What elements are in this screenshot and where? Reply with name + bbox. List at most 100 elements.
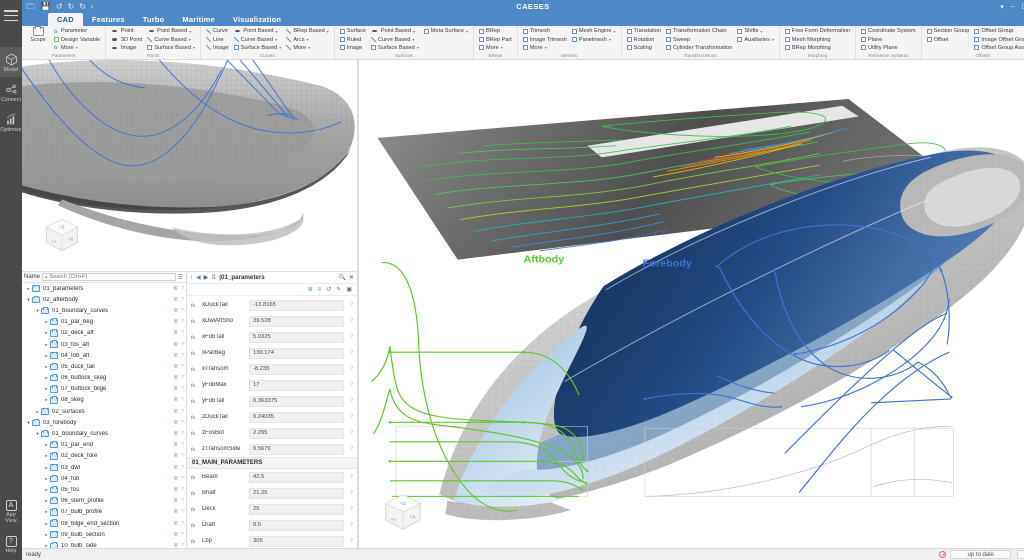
visibility-icon[interactable]: ≣ xyxy=(173,431,178,437)
ribbon-item-shifts[interactable]: Shifts▾ xyxy=(735,27,776,35)
chevron-right-icon[interactable]: ▸ xyxy=(43,342,50,348)
ribbon-item-arcs[interactable]: Arcs▾ xyxy=(284,35,330,43)
help-icon[interactable]: ? xyxy=(347,398,353,404)
ribbon-item-image[interactable]: Image xyxy=(109,44,144,52)
ribbon-item-curve-based[interactable]: Curve Based▾ xyxy=(369,35,421,43)
chevron-down-icon[interactable]: ▾ xyxy=(545,45,547,50)
visibility-icon[interactable]: ≣ xyxy=(173,509,178,515)
help-icon[interactable]: ? xyxy=(347,382,353,388)
visibility-icon[interactable]: ≣ xyxy=(173,409,178,415)
visibility-icon[interactable]: ≣ xyxy=(173,353,178,359)
tab-turbo[interactable]: Turbo xyxy=(134,13,174,26)
help-icon[interactable]: ? xyxy=(181,487,184,493)
ribbon-item-curve-based[interactable]: Curve Based▾ xyxy=(145,35,197,43)
parameter-value-field[interactable]: 9.24035 xyxy=(249,412,344,423)
tree-item[interactable]: ▸05_fos≣? xyxy=(22,484,186,495)
ribbon-item-auxiliaries[interactable]: Auxiliaries▾ xyxy=(735,35,776,43)
chevron-down-icon[interactable]: ▾ xyxy=(308,45,310,50)
ribbon-item-translation[interactable]: Translation xyxy=(625,27,663,35)
search-icon[interactable]: 🔍 xyxy=(338,274,345,281)
help-icon[interactable]: ? xyxy=(181,521,184,527)
ribbon-item-plane[interactable]: Plane xyxy=(859,35,918,43)
rail-item-connect[interactable]: Connect xyxy=(0,77,22,107)
tab-cad[interactable]: CAD xyxy=(48,13,83,26)
parameter-value-field[interactable]: -8.235 xyxy=(249,364,344,375)
parameter-value-field[interactable]: 130.174 xyxy=(249,348,344,359)
help-icon[interactable]: ? xyxy=(181,476,184,482)
visibility-icon[interactable]: ≣ xyxy=(173,319,178,325)
close-icon[interactable]: ✕ xyxy=(349,274,354,281)
rail-item-model[interactable]: Model xyxy=(0,47,22,77)
ribbon-item-curve-based[interactable]: Curve Based▾ xyxy=(232,35,284,43)
help-icon[interactable]: ? xyxy=(181,420,184,426)
tree-item[interactable]: ▸09_bulb_section≣? xyxy=(22,529,186,540)
tree-body[interactable]: ▸01_parameters≣?▾02_afterbody≣?▾01_bound… xyxy=(22,283,186,548)
ribbon-item-mesh-engine[interactable]: Mesh Engine▾ xyxy=(570,27,618,35)
ribbon-item-transformation-chain[interactable]: Transformation Chain xyxy=(664,27,734,35)
chevron-down-icon[interactable]: ▾ xyxy=(193,45,195,50)
back-icon[interactable]: ◀ xyxy=(196,274,201,281)
tree-item[interactable]: ▸01_parameters≣? xyxy=(22,283,186,294)
parameter-value-field[interactable]: 42.5 xyxy=(249,472,344,483)
help-icon[interactable]: ? xyxy=(181,308,184,314)
parameter-value-field[interactable]: 305 xyxy=(249,536,344,547)
ribbon-item-more[interactable]: More▾ xyxy=(284,44,330,52)
visibility-icon[interactable]: ≣ xyxy=(173,375,178,381)
ribbon-item-image-trimesh[interactable]: Image Trimesh xyxy=(521,35,569,43)
ribbon-item-surface-based[interactable]: Surface Based▾ xyxy=(232,44,284,52)
ribbon-item-more[interactable]: fxMore▾ xyxy=(52,44,102,52)
help-icon[interactable]: ? xyxy=(347,490,353,496)
parameter-section-header[interactable]: 01_MAIN_PARAMETERS xyxy=(187,457,357,469)
visibility-icon[interactable]: ≣ xyxy=(173,521,178,527)
chevron-down-icon[interactable]: ▾ xyxy=(34,431,41,437)
tree-item[interactable]: ▸03_dwl≣? xyxy=(22,462,186,473)
tree-item[interactable]: ▸06_buttock_skeg≣? xyxy=(22,373,186,384)
visibility-icon[interactable]: ≣ xyxy=(173,386,178,392)
sort-fx-icon[interactable]: ≡ xyxy=(318,287,322,293)
chevron-down-icon[interactable]: ▾ xyxy=(760,29,762,34)
chevron-down-icon[interactable]: ▾ xyxy=(25,297,32,303)
chevron-right-icon[interactable]: ▸ xyxy=(43,532,50,538)
ribbon-item-design-variable[interactable]: Design Variable xyxy=(52,35,102,43)
chevron-right-icon[interactable]: ▸ xyxy=(43,353,50,359)
ribbon-item-sweep[interactable]: Sweep xyxy=(664,35,734,43)
parameter-value-field[interactable]: 21.25 xyxy=(249,488,344,499)
ribbon-item-image[interactable]: Image xyxy=(338,44,368,52)
ribbon-item-utility-plane[interactable]: Utility Plane xyxy=(859,44,918,52)
tree-item[interactable]: ▸10_bulb_side≣? xyxy=(22,540,186,548)
chevron-down-icon[interactable]: ▾ xyxy=(25,420,32,426)
help-icon[interactable]: ? xyxy=(347,474,353,480)
ribbon-item-cylinder-transformation[interactable]: Cylinder Transformation xyxy=(664,44,734,52)
chevron-right-icon[interactable]: ▸ xyxy=(43,476,50,482)
help-icon[interactable]: ? xyxy=(347,446,353,452)
chevron-down-icon[interactable]: ▾ xyxy=(327,29,329,34)
tab-maritime[interactable]: Maritime xyxy=(173,13,223,26)
tree-item[interactable]: ▸08_bilge_end_section≣? xyxy=(22,518,186,529)
visibility-icon[interactable]: ≣ xyxy=(173,498,178,504)
parameter-value-field[interactable]: 8.5 xyxy=(249,520,344,531)
chevron-down-icon[interactable]: ▾ xyxy=(609,37,611,42)
help-icon[interactable]: ? xyxy=(181,431,184,437)
chevron-down-icon[interactable]: ▾ xyxy=(772,37,774,42)
parameter-value-field[interactable]: 0.363375 xyxy=(249,396,344,407)
ribbon-item-point-based[interactable]: Point Based▾ xyxy=(145,27,197,35)
help-icon[interactable]: ? xyxy=(181,319,184,325)
rail-item-app-view[interactable]: A App View xyxy=(0,494,22,530)
tree-item[interactable]: ▸02_surfaces≣? xyxy=(22,406,186,417)
help-icon[interactable]: ? xyxy=(181,375,184,381)
parameter-value-field[interactable]: 9.5676 xyxy=(249,444,344,455)
rail-item-optimize[interactable]: Optimize xyxy=(0,107,22,137)
chevron-right-icon[interactable]: ▸ xyxy=(43,397,50,403)
chevron-down-icon[interactable]: ▾ xyxy=(275,37,277,42)
help-icon[interactable]: ? xyxy=(181,330,184,336)
help-icon[interactable]: ? xyxy=(181,386,184,392)
help-icon[interactable]: ? xyxy=(181,364,184,370)
ribbon-item-brep-morphing[interactable]: BRep Morphing xyxy=(783,44,852,52)
chevron-down-icon[interactable]: ▾ xyxy=(614,29,616,34)
visibility-icon[interactable]: ≣ xyxy=(173,342,178,348)
tree-item[interactable]: ▸05_duck_tail≣? xyxy=(22,361,186,372)
ribbon-item-point-based[interactable]: Point Based▾ xyxy=(369,27,421,35)
ribbon-item-point-based[interactable]: Point Based▾ xyxy=(232,27,284,35)
options-icon[interactable]: ☰ xyxy=(178,274,184,281)
sort-icon[interactable]: ▴ xyxy=(45,274,48,280)
